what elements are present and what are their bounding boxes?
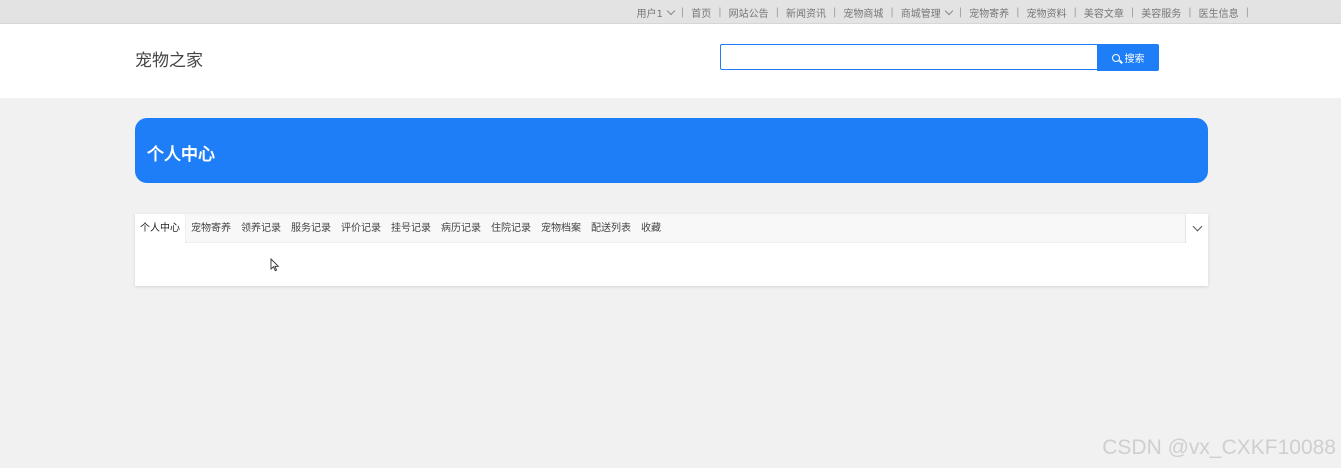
user-menu[interactable]: 用户1 <box>630 5 681 20</box>
nav-mall-management-label: 商城管理 <box>900 8 941 20</box>
site-logo[interactable]: 宠物之家 <box>135 46 203 71</box>
search-button-label: 搜索 <box>1124 54 1145 65</box>
top-bar: 用户1 | 首页 | 网站公告 | 新闻资讯 | 宠物商城 | 商城管理 | 宠… <box>0 0 1341 24</box>
nav-pet-boarding[interactable]: 宠物寄养 <box>962 5 1016 20</box>
nav-announcements[interactable]: 网站公告 <box>722 5 776 20</box>
tab-service-records[interactable]: 服务记录 <box>286 214 336 243</box>
tab-adoption-records[interactable]: 领养记录 <box>236 214 286 243</box>
nav-beauty-articles[interactable]: 美容文章 <box>1077 5 1131 20</box>
nav-doctor-info[interactable]: 医生信息 <box>1192 5 1246 20</box>
page-banner: 个人中心 <box>135 118 1208 183</box>
site-header: 宠物之家 搜索 <box>0 24 1341 98</box>
chevron-down-icon <box>666 6 676 15</box>
nav-pet-mall[interactable]: 宠物商城 <box>836 5 890 20</box>
search-button[interactable]: 搜索 <box>1097 44 1159 71</box>
tab-favorites[interactable]: 收藏 <box>636 214 666 243</box>
mouse-cursor-icon <box>270 258 280 272</box>
nav-home[interactable]: 首页 <box>684 5 718 20</box>
tab-delivery-list[interactable]: 配送列表 <box>586 214 636 243</box>
user-menu-label: 用户1 <box>636 8 663 20</box>
nav-news[interactable]: 新闻资讯 <box>779 5 833 20</box>
top-nav: 用户1 | 首页 | 网站公告 | 新闻资讯 | 宠物商城 | 商城管理 | 宠… <box>630 0 1249 24</box>
tab-pet-boarding[interactable]: 宠物寄养 <box>186 214 236 243</box>
tab-registration-records[interactable]: 挂号记录 <box>386 214 436 243</box>
nav-beauty-services[interactable]: 美容服务 <box>1134 5 1188 20</box>
tabs-card: 个人中心 宠物寄养 领养记录 服务记录 评价记录 挂号记录 病历记录 住院记录 … <box>135 214 1208 286</box>
nav-divider: | <box>1245 6 1249 18</box>
watermark: CSDN @vx_CXKF10088 <box>1102 436 1336 459</box>
tab-list: 个人中心 宠物寄养 领养记录 服务记录 评价记录 挂号记录 病历记录 住院记录 … <box>135 214 1208 243</box>
tab-more-button[interactable] <box>1185 214 1208 243</box>
search-icon <box>1111 53 1120 62</box>
nav-mall-management[interactable]: 商城管理 <box>894 5 959 20</box>
tab-bar: 个人中心 宠物寄养 领养记录 服务记录 评价记录 挂号记录 病历记录 住院记录 … <box>135 214 1208 243</box>
search-input[interactable] <box>720 44 1097 70</box>
nav-pet-info[interactable]: 宠物资料 <box>1020 5 1074 20</box>
chevron-down-icon <box>1192 221 1202 232</box>
tab-medical-records[interactable]: 病历记录 <box>436 214 486 243</box>
page-title: 个人中心 <box>147 145 215 165</box>
chevron-down-icon <box>944 6 953 15</box>
tab-personal-center[interactable]: 个人中心 <box>135 214 186 243</box>
tab-hospitalization-records[interactable]: 住院记录 <box>486 214 536 243</box>
tab-pet-files[interactable]: 宠物档案 <box>536 214 586 243</box>
tab-review-records[interactable]: 评价记录 <box>336 214 386 243</box>
